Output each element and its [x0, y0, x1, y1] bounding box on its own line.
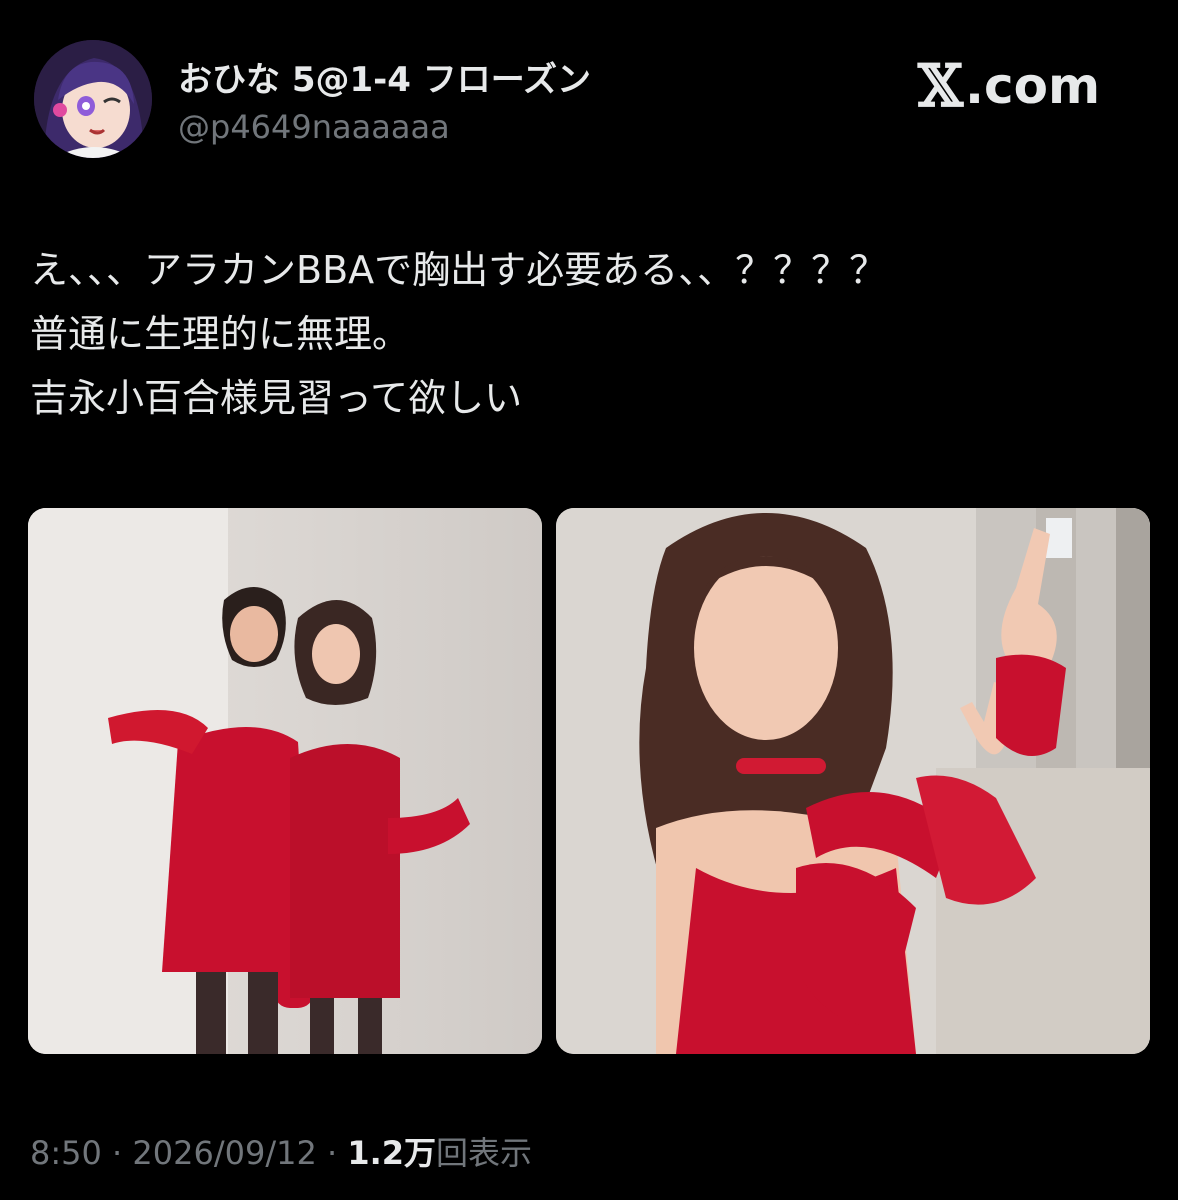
x-logo-text: .com — [965, 57, 1101, 115]
tweet-time[interactable]: 8:50 — [30, 1134, 102, 1172]
x-logo: 𝕏 .com — [918, 52, 1100, 120]
x-icon: 𝕏 — [918, 52, 964, 120]
user-handle[interactable]: @p4649naaaaaa — [178, 108, 450, 146]
display-name[interactable]: おひな 5@1-4 フローズン — [178, 52, 591, 101]
tweet-line: え、、、アラカンBBAで胸出す必要ある、、？？？？ — [30, 248, 888, 292]
meta-separator: · — [316, 1134, 348, 1172]
views-count: 1.2 — [347, 1134, 405, 1172]
tweet-line: 吉永小百合様見習って欲しい — [30, 376, 523, 420]
tweet-text: え、、、アラカンBBAで胸出す必要ある、、？？？？ 普通に生理的に無理。 吉永小… — [30, 238, 1150, 430]
tweet-date[interactable]: 2026/09/12 — [132, 1134, 316, 1172]
tweet-photo-2[interactable] — [556, 508, 1150, 1054]
views-unit: 万 — [404, 1134, 437, 1172]
tweet-meta: 8:50 · 2026/09/12 · 1.2万回表示 — [30, 1128, 532, 1174]
tweet-photo-1[interactable] — [28, 508, 542, 1054]
tweet-line: 普通に生理的に無理。 — [30, 312, 411, 356]
views-label: 回表示 — [436, 1134, 533, 1172]
meta-separator: · — [101, 1134, 133, 1172]
avatar[interactable] — [34, 40, 152, 158]
